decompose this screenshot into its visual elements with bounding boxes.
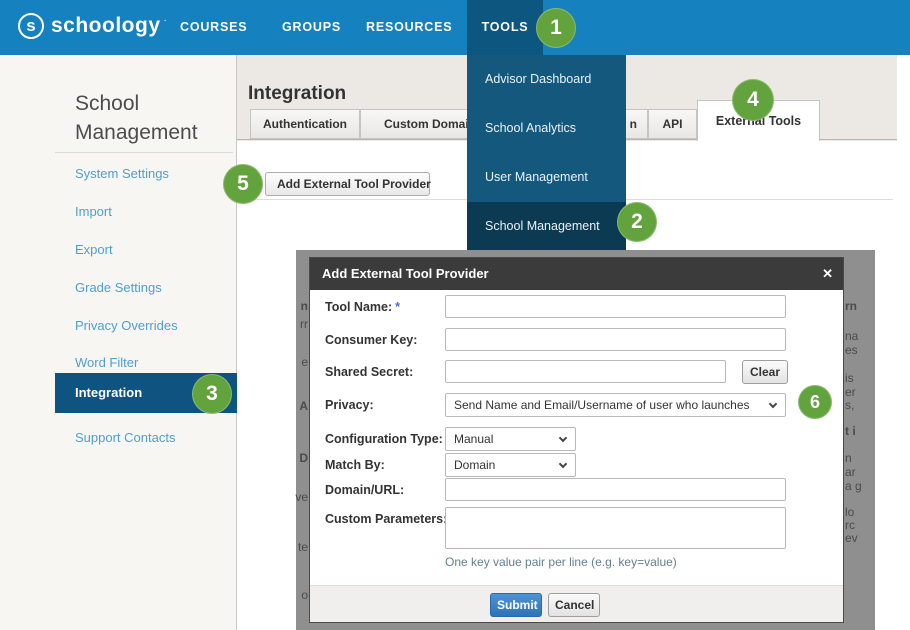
step-badge-5: 5 bbox=[223, 164, 263, 204]
sidebar-item-privacy-overrides[interactable]: Privacy Overrides bbox=[75, 318, 178, 333]
shared-secret-input[interactable] bbox=[445, 360, 726, 383]
app-root: s schoology · COURSES GROUPS RESOURCES T… bbox=[0, 0, 910, 630]
modal-footer: Submit Cancel bbox=[310, 585, 843, 622]
step-badge-3: 3 bbox=[192, 374, 232, 414]
submit-button[interactable]: Submit bbox=[490, 593, 542, 617]
tool-name-label: Tool Name:* bbox=[325, 300, 443, 314]
required-asterisk: * bbox=[395, 300, 400, 314]
sidebar-item-grade-settings[interactable]: Grade Settings bbox=[75, 280, 162, 295]
nav-item-tools-active[interactable]: TOOLS bbox=[467, 0, 543, 55]
school-management-sidebar: School Management System Settings Import… bbox=[0, 55, 237, 630]
menu-item-school-management-highlighted[interactable]: School Management bbox=[467, 202, 626, 251]
backdrop-text-fragment: er bbox=[845, 386, 856, 398]
backdrop-text-fragment: ar bbox=[845, 466, 856, 478]
privacy-select-value: Send Name and Email/Username of user who… bbox=[454, 398, 750, 412]
trademark-dot: · bbox=[164, 15, 167, 26]
backdrop-text-fragment: t i bbox=[845, 425, 856, 437]
privacy-select[interactable]: Send Name and Email/Username of user who… bbox=[445, 393, 786, 417]
consumer-key-label: Consumer Key: bbox=[325, 333, 443, 347]
match-by-select[interactable]: Domain bbox=[445, 453, 576, 477]
add-button-label: Add External Tool Provider bbox=[277, 177, 431, 191]
page-title: Integration bbox=[248, 83, 346, 105]
close-icon[interactable]: ✕ bbox=[822, 258, 833, 290]
chevron-down-icon bbox=[559, 434, 567, 442]
tab-authentication[interactable]: Authentication bbox=[250, 109, 360, 139]
custom-parameters-textarea[interactable] bbox=[445, 507, 786, 549]
schoology-logo-icon: s bbox=[18, 13, 44, 39]
custom-parameters-label: Custom Parameters: bbox=[325, 512, 443, 526]
chevron-down-icon bbox=[559, 460, 567, 468]
add-external-tool-provider-button[interactable]: Add External Tool Provider bbox=[265, 172, 430, 196]
backdrop-text-fragment: a g bbox=[845, 480, 862, 492]
step-badge-4: 4 bbox=[732, 79, 774, 121]
nav-item-groups[interactable]: GROUPS bbox=[282, 0, 341, 55]
modal-title: Add External Tool Provider bbox=[310, 258, 843, 290]
tool-name-input[interactable] bbox=[445, 295, 786, 318]
menu-item-user-management[interactable]: User Management bbox=[467, 153, 626, 202]
schoology-logo[interactable]: s schoology · bbox=[18, 13, 167, 39]
tab-api[interactable]: API bbox=[648, 109, 697, 139]
consumer-key-input[interactable] bbox=[445, 328, 786, 351]
top-navbar: s schoology · COURSES GROUPS RESOURCES T… bbox=[0, 0, 910, 55]
custom-parameters-hint: One key value pair per line (e.g. key=va… bbox=[445, 555, 677, 569]
domain-url-input[interactable] bbox=[445, 478, 786, 501]
sidebar-item-export[interactable]: Export bbox=[75, 242, 113, 257]
nav-item-resources[interactable]: RESOURCES bbox=[366, 0, 452, 55]
shared-secret-label: Shared Secret: bbox=[325, 365, 443, 379]
tools-dropdown-menu: Advisor Dashboard School Analytics User … bbox=[467, 55, 626, 251]
sidebar-divider bbox=[55, 152, 233, 153]
backdrop-text-fragment: es bbox=[845, 344, 858, 356]
schoology-wordmark: schoology bbox=[51, 14, 161, 38]
domain-url-label: Domain/URL: bbox=[325, 483, 443, 497]
cancel-button[interactable]: Cancel bbox=[548, 593, 600, 617]
nav-item-courses[interactable]: COURSES bbox=[180, 0, 247, 55]
backdrop-text-fragment: na bbox=[845, 330, 858, 342]
backdrop-text-fragment: lo bbox=[845, 506, 854, 518]
sidebar-item-support-contacts[interactable]: Support Contacts bbox=[75, 430, 175, 445]
menu-item-school-analytics[interactable]: School Analytics bbox=[467, 104, 626, 153]
backdrop-text-fragment: ev bbox=[845, 532, 858, 544]
backdrop-text-fragment: s, bbox=[845, 399, 854, 411]
backdrop-text-fragment: rn bbox=[845, 300, 857, 312]
sidebar-item-system-settings[interactable]: System Settings bbox=[75, 166, 169, 181]
sidebar-title: School Management bbox=[75, 90, 225, 147]
configuration-type-select[interactable]: Manual bbox=[445, 427, 576, 451]
backdrop-text-fragment: rc bbox=[845, 519, 855, 531]
step-badge-6: 6 bbox=[798, 385, 832, 419]
configuration-type-value: Manual bbox=[454, 432, 493, 446]
add-external-tool-provider-modal: Add External Tool Provider ✕ Tool Name:*… bbox=[310, 258, 843, 622]
step-badge-1: 1 bbox=[536, 8, 576, 48]
sidebar-item-import[interactable]: Import bbox=[75, 204, 112, 219]
privacy-label: Privacy: bbox=[325, 398, 443, 412]
backdrop-text-fragment: n bbox=[845, 452, 852, 464]
clear-button[interactable]: Clear bbox=[742, 360, 788, 384]
match-by-label: Match By: bbox=[325, 458, 443, 472]
match-by-value: Domain bbox=[454, 458, 495, 472]
chevron-down-icon bbox=[769, 400, 777, 408]
menu-item-advisor-dashboard[interactable]: Advisor Dashboard bbox=[467, 55, 626, 104]
backdrop-text-fragment: is bbox=[845, 372, 854, 384]
step-badge-2: 2 bbox=[617, 202, 657, 242]
sidebar-item-word-filter[interactable]: Word Filter bbox=[75, 355, 138, 370]
configuration-type-label: Configuration Type: bbox=[325, 432, 443, 446]
